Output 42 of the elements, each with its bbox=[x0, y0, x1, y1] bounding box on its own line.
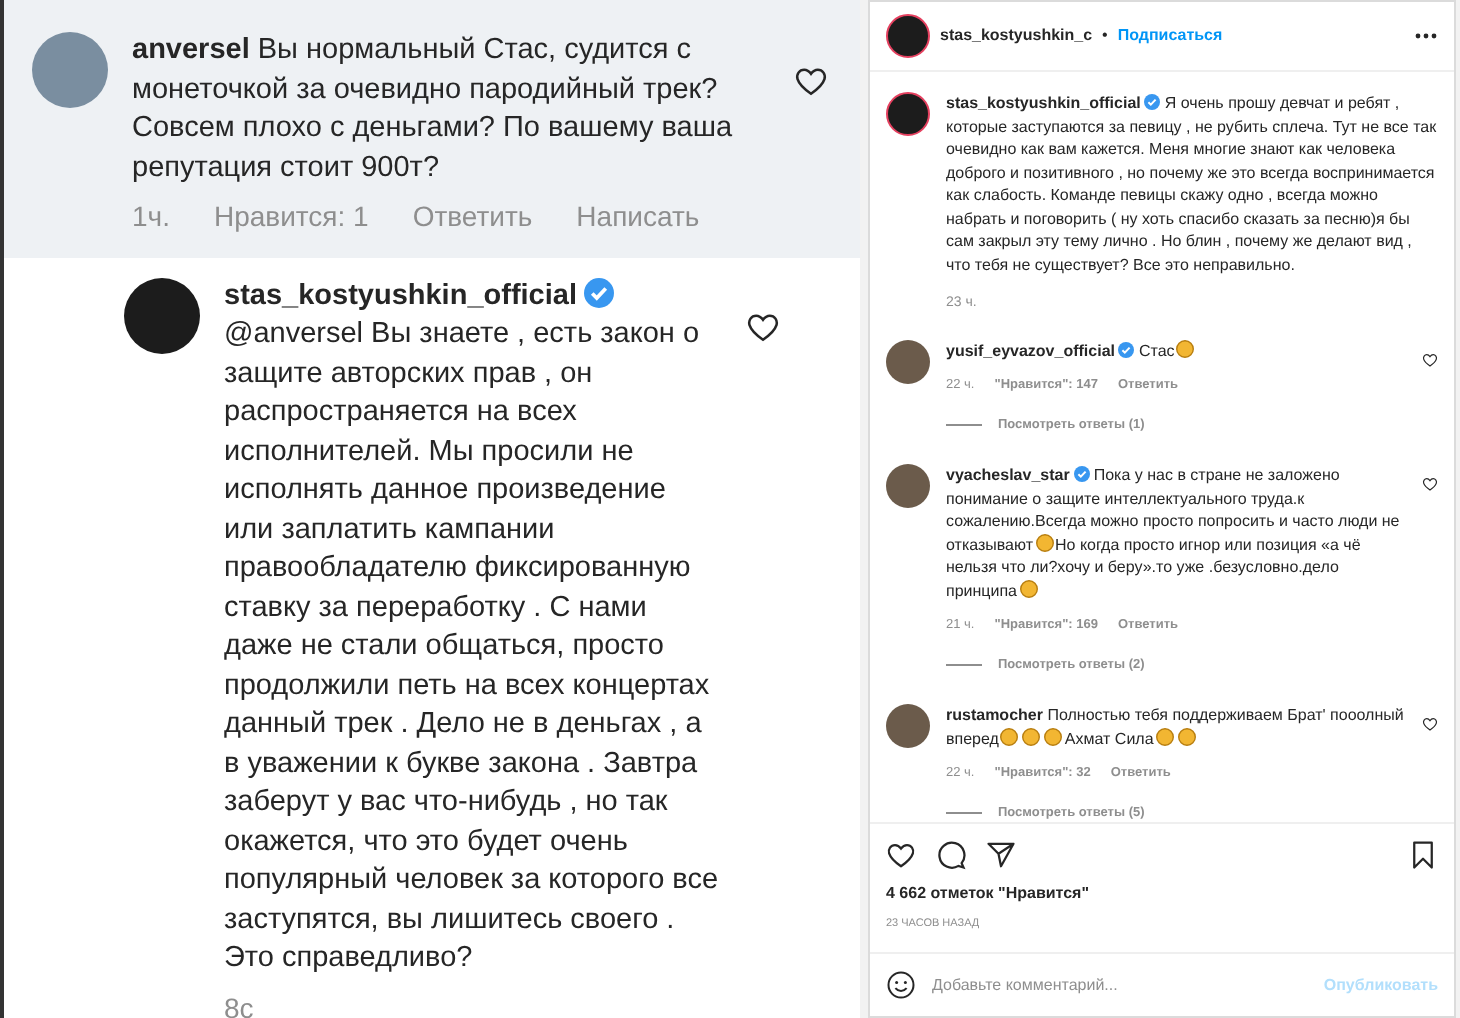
likes-count[interactable]: Нравится: 1 bbox=[213, 198, 369, 237]
comment-time: 8с bbox=[224, 989, 254, 1018]
username-link[interactable]: rustamocher bbox=[946, 706, 1043, 724]
comment-text: vyacheslav_star Пока у нас в стране не заложено понимание о защите интеллектуального труда.к сожалению.Всегда можно просто попросить и часто люди не отказывают Но когда просто игнор или позиция «а чё нельзя что ли?хочу и беру».то уже .безусловно.дело принципа bbox=[946, 464, 1402, 602]
message-link[interactable]: Написать bbox=[576, 198, 700, 237]
heart-icon[interactable] bbox=[1422, 476, 1438, 492]
emoji-icon bbox=[1019, 579, 1037, 597]
follow-button[interactable]: Подписаться bbox=[1117, 24, 1223, 48]
bookmark-icon[interactable] bbox=[1408, 840, 1438, 870]
likes-total[interactable]: 4 662 отметок "Нравится" bbox=[870, 878, 1454, 909]
avatar[interactable] bbox=[886, 14, 930, 58]
username-link[interactable]: stas_kostyushkin_official bbox=[224, 279, 577, 311]
username-link[interactable]: stas_kostyushkin_c bbox=[940, 24, 1093, 48]
emoji-icon bbox=[1035, 533, 1053, 551]
heart-icon[interactable] bbox=[746, 309, 780, 343]
username-link[interactable]: anversel bbox=[132, 34, 250, 66]
comment-text: anversel Вы нормальный Стас, судится с монеточкой за очевидно пародийный трек? Совсем плохо с деньгами? По вашему ваша репутация стоит 900т? bbox=[132, 32, 735, 187]
caption-text: stas_kostyushkin_official Я очень прошу девчат и ребят , которые заступаются за певицу , не рубить сплеча. Тут не все так очевидно как вам кажется. Меня многие знают как человека доброго и позитивного , но почему же это всегда воспринимается как слабость. Команде певицы скажу одно , всегда можно набрать и поговорить ( ну хоть спасибо сказать за песню)я бы сам закрыл эту тему лично . Но блин , почему же делают вид , что тебя не существует? Все это неправильно. bbox=[946, 92, 1438, 276]
username-link[interactable]: yusif_eyvazov_official bbox=[946, 341, 1115, 359]
username-link[interactable]: stas_kostyushkin_official bbox=[946, 94, 1141, 112]
username-link[interactable]: vyacheslav_star bbox=[946, 466, 1070, 484]
avatar[interactable] bbox=[886, 92, 930, 136]
emoji-icon bbox=[1176, 339, 1195, 357]
comment-input[interactable]: Добавьте комментарий... bbox=[932, 973, 1308, 997]
avatar[interactable] bbox=[124, 277, 200, 353]
more-options-icon[interactable] bbox=[1414, 32, 1438, 40]
avatar[interactable] bbox=[886, 704, 930, 748]
comment-icon[interactable] bbox=[936, 840, 966, 870]
comment-text: yusif_eyvazov_official Стас bbox=[946, 339, 1406, 362]
comment-time: 1ч. bbox=[132, 198, 170, 236]
heart-icon[interactable] bbox=[1422, 351, 1438, 367]
separator-dot: • bbox=[1102, 24, 1108, 48]
heart-icon[interactable] bbox=[886, 840, 916, 870]
avatar[interactable] bbox=[886, 464, 930, 508]
send-icon[interactable] bbox=[986, 840, 1016, 870]
comment-text: rustamocher Полностью тебя поддерживаем Брат' пооолный вперед Ахмат Сила bbox=[946, 704, 1406, 750]
avatar[interactable] bbox=[886, 339, 930, 383]
smiley-icon[interactable] bbox=[886, 970, 916, 1000]
comment-text: stas_kostyushkin_official @anversel Вы знаете , есть закон о защите авторских прав , он распространяется на всех исполнителей. Мы просили не исполнять данное произведение или заплатить кампании правообладателю фиксированную ставку за переработку . С нами даже не стали общаться, просто продолжили петь на всех концертах данный трек . Дело не в деньгах , а в уважении к букве закона . Завтра заберут у вас что-нибудь , но так окажется, что это будет очень популярный человек за которого все заступятся, вы лишитесь своего . Это справедливо? bbox=[224, 277, 721, 978]
heart-icon[interactable] bbox=[1422, 716, 1438, 732]
reply-link[interactable]: Ответить bbox=[412, 198, 533, 237]
heart-icon[interactable] bbox=[794, 64, 828, 98]
